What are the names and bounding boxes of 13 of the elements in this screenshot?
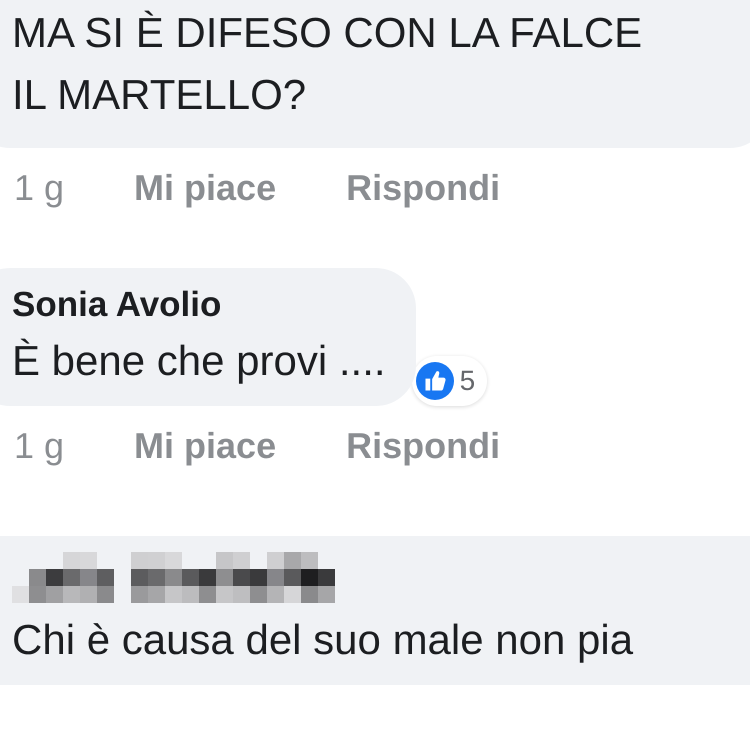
comment-text: È bene che provi .... bbox=[12, 336, 386, 386]
reply-link[interactable]: Rispondi bbox=[346, 419, 500, 473]
reply-link[interactable]: Rispondi bbox=[346, 161, 500, 215]
comment-text: IL MARTELLO? bbox=[12, 70, 308, 120]
like-link[interactable]: Mi piace bbox=[134, 419, 276, 473]
author-name: Sonia Avolio bbox=[12, 284, 222, 326]
comment-time: 1 g bbox=[14, 424, 64, 468]
comment-text: Chi è causa del suo male non pia bbox=[12, 615, 634, 665]
like-link[interactable]: Mi piace bbox=[134, 161, 276, 215]
reaction-count: 5 bbox=[460, 364, 476, 398]
thumbs-up-icon bbox=[416, 362, 454, 400]
comment-text: MA SI È DIFESO CON LA FALCE bbox=[12, 8, 644, 58]
comment-time: 1 g bbox=[14, 166, 64, 210]
